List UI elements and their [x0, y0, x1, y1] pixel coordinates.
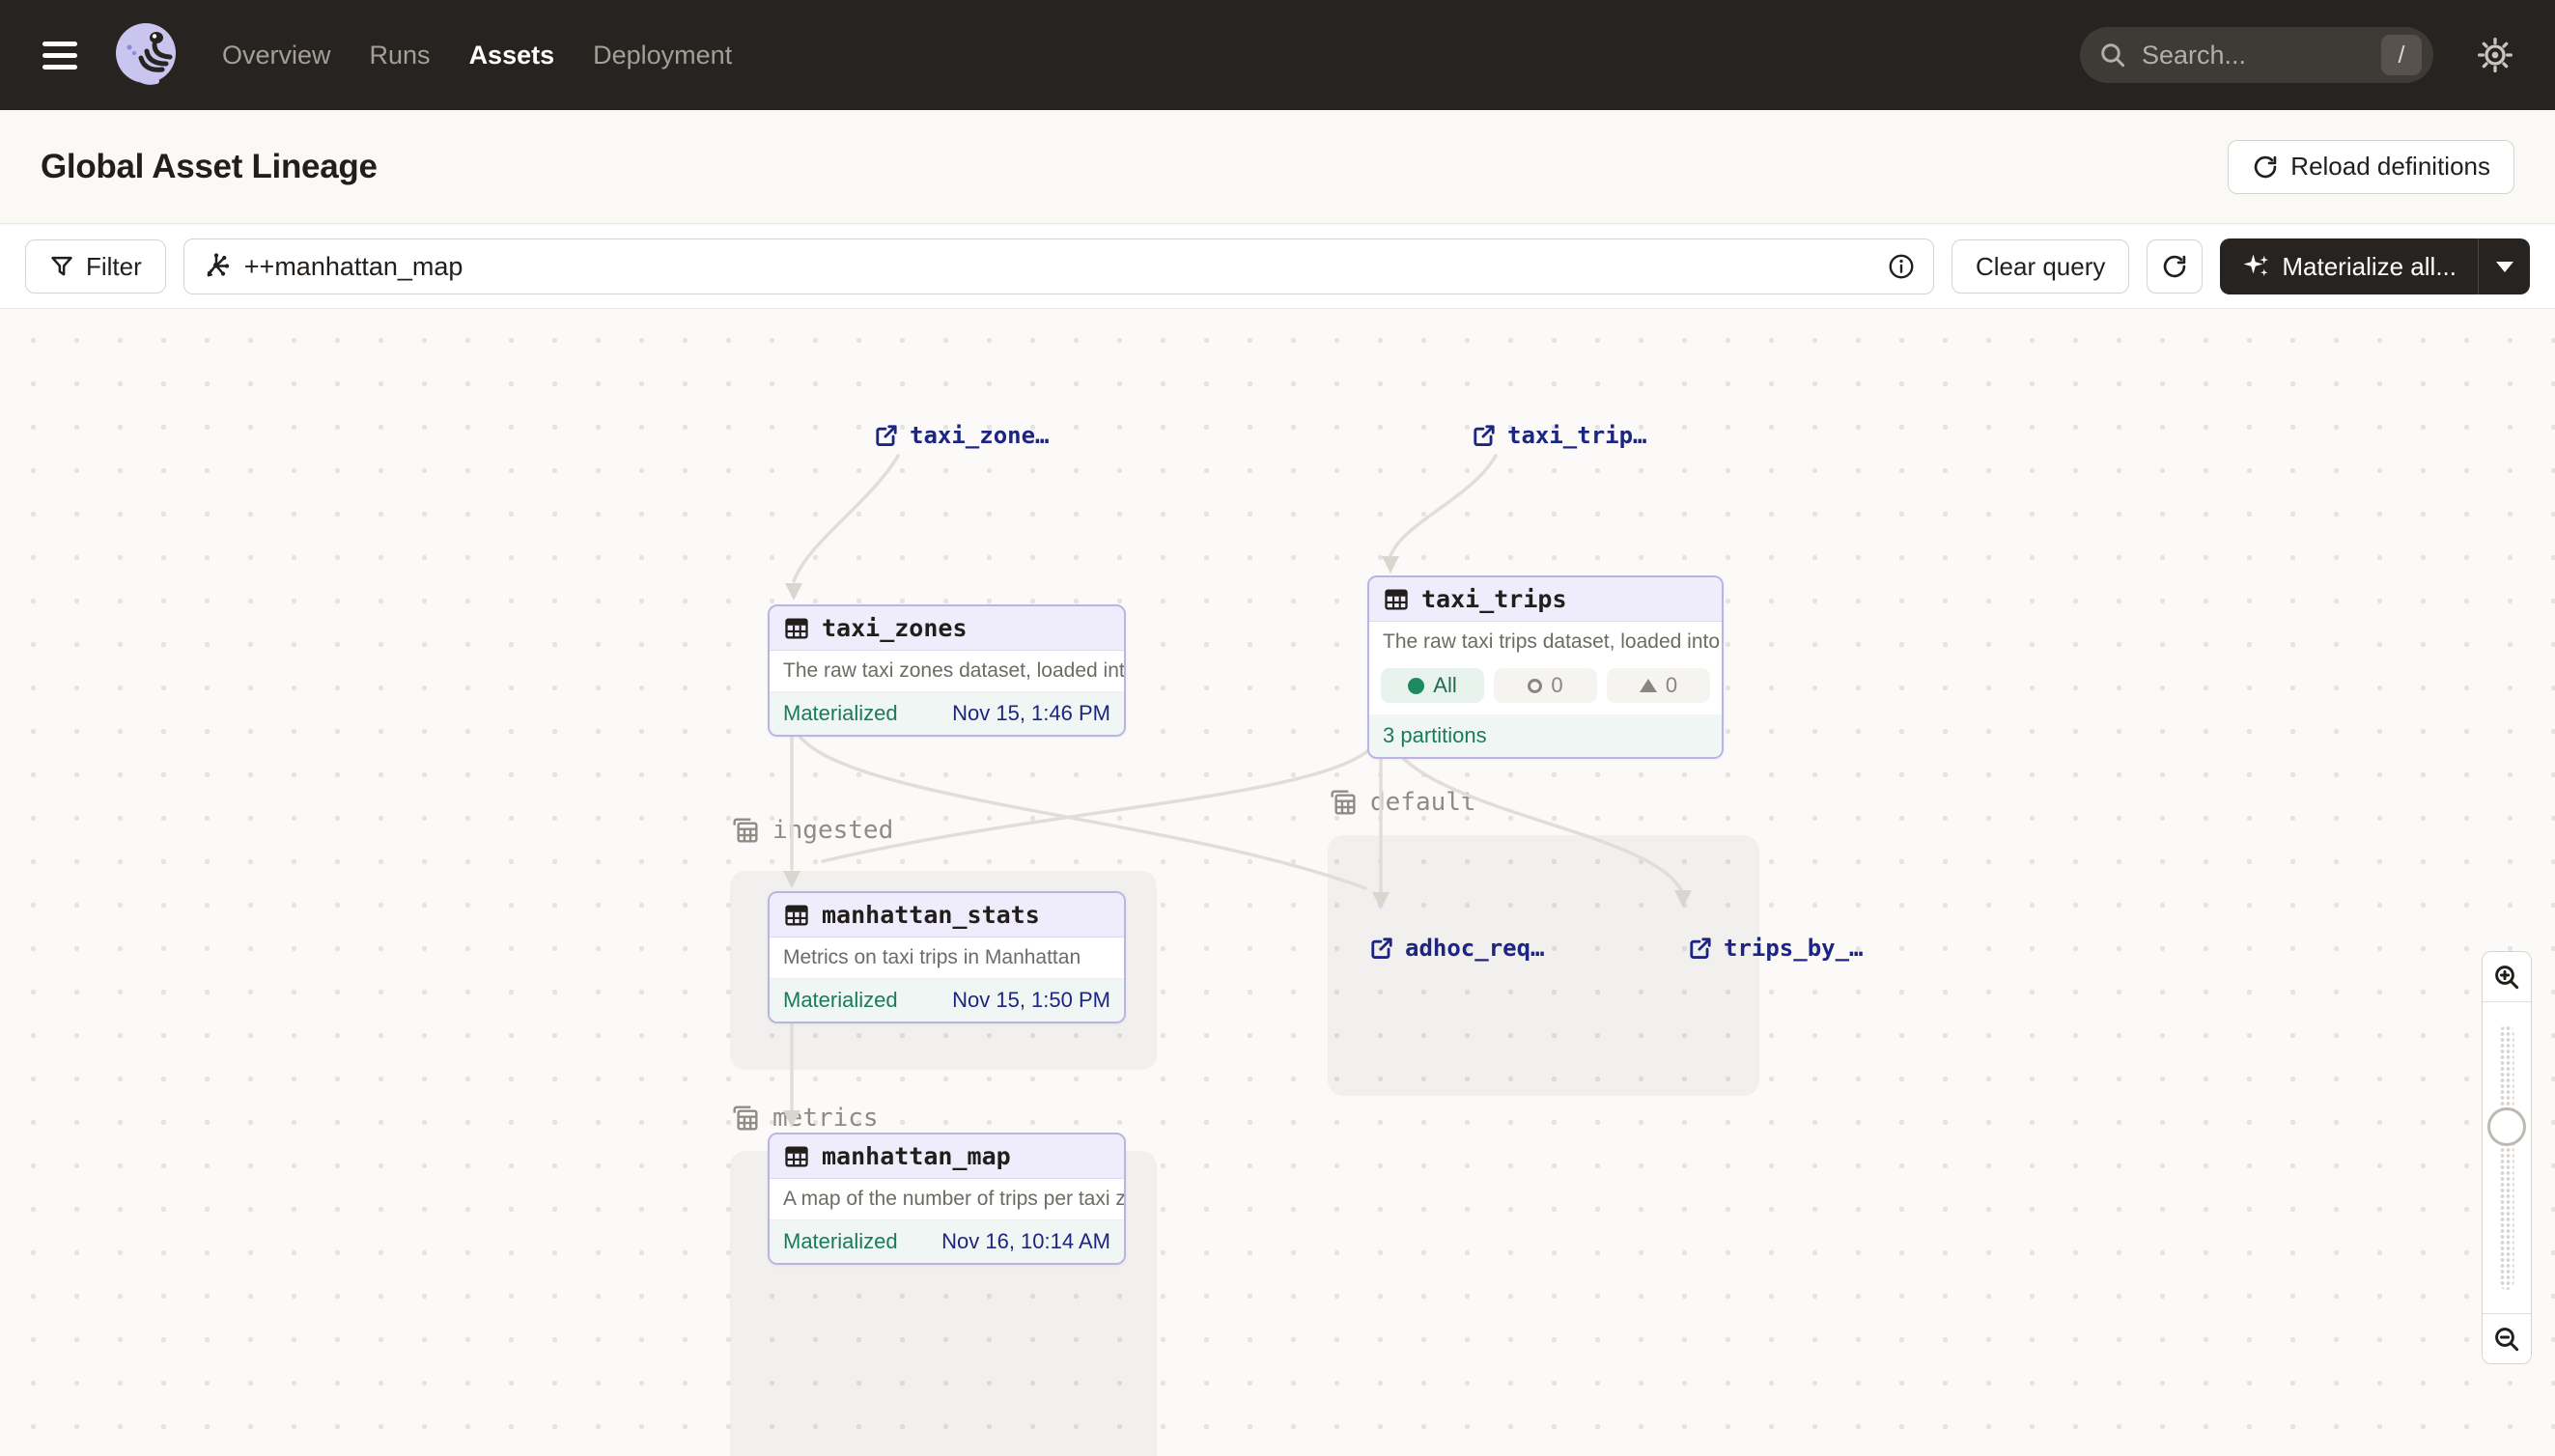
asset-node-manhattan-map[interactable]: manhattan_map A map of the number of tri…: [768, 1133, 1126, 1265]
external-asset-adhoc-request[interactable]: adhoc_req…: [1369, 935, 1545, 962]
materialize-all-button[interactable]: Materialize all...: [2220, 238, 2478, 294]
filter-label: Filter: [86, 252, 142, 282]
lineage-edges: [0, 309, 2555, 1456]
partitions-missing-badge[interactable]: 0: [1494, 668, 1597, 703]
asset-description: The raw taxi trips dataset, loaded into …: [1369, 622, 1722, 662]
filter-funnel-icon: [49, 254, 74, 279]
nav-item-overview[interactable]: Overview: [222, 41, 331, 70]
top-nav: Overview Runs Assets Deployment Search..…: [0, 0, 2555, 110]
status-badge: Materialized: [783, 701, 898, 726]
sparkle-icon: [2241, 252, 2270, 281]
clear-query-label: Clear query: [1976, 252, 2105, 282]
asset-name: taxi_trips: [1421, 585, 1567, 613]
page-header: Global Asset Lineage Reload definitions: [0, 110, 2555, 224]
asset-description: A map of the number of trips per taxi z.…: [770, 1179, 1124, 1220]
filter-button[interactable]: Filter: [25, 239, 166, 294]
zoom-slider[interactable]: [2483, 1002, 2531, 1313]
lineage-canvas[interactable]: ingested default metrics: [0, 309, 2555, 1456]
materialize-split-button: Materialize all...: [2220, 238, 2530, 294]
zoom-out-button[interactable]: [2483, 1313, 2531, 1363]
nav-item-runs[interactable]: Runs: [370, 41, 431, 70]
nav-item-assets[interactable]: Assets: [469, 41, 555, 70]
zoom-slider-track: [2500, 1025, 2514, 1290]
asset-query-value: ++manhattan_map: [244, 252, 1873, 282]
external-asset-label: taxi_trip…: [1507, 422, 1647, 449]
badge-label: All: [1433, 673, 1456, 698]
reload-definitions-label: Reload definitions: [2290, 152, 2490, 182]
settings-gear-icon[interactable]: [2468, 28, 2522, 82]
nav-item-deployment[interactable]: Deployment: [593, 41, 732, 70]
query-info-icon[interactable]: [1887, 252, 1916, 281]
filled-circle-icon: [1408, 678, 1424, 694]
asset-description: Metrics on taxi trips in Manhattan: [770, 938, 1124, 979]
app-root: Overview Runs Assets Deployment Search..…: [0, 0, 2555, 1456]
asset-query-input[interactable]: ++manhattan_map: [183, 238, 1934, 294]
table-icon: [1383, 586, 1410, 613]
external-asset-label: taxi_zone…: [910, 422, 1050, 449]
chevron-down-icon: [2496, 262, 2513, 272]
hamburger-menu-button[interactable]: [33, 28, 87, 82]
lineage-toolbar: Filter ++manhattan_map: [0, 225, 2555, 309]
asset-node-taxi-zones[interactable]: taxi_zones The raw taxi zones dataset, l…: [768, 604, 1126, 737]
group-box-default: [1328, 835, 1759, 1096]
badge-label: 0: [1551, 673, 1562, 698]
asset-name: taxi_zones: [822, 614, 968, 642]
group-name: metrics: [772, 1104, 879, 1133]
page-title: Global Asset Lineage: [41, 148, 378, 186]
search-shortcut-badge: /: [2381, 35, 2422, 75]
materialization-timestamp: Nov 15, 1:46 PM: [952, 701, 1110, 726]
asset-description: The raw taxi zones dataset, loaded int..…: [770, 651, 1124, 692]
external-asset-taxi-trip-file[interactable]: taxi_trip…: [1472, 422, 1647, 449]
lineage-graph-icon: [202, 252, 231, 281]
external-asset-label: trips_by_…: [1724, 935, 1864, 962]
external-asset-taxi-zone-file[interactable]: taxi_zone…: [874, 422, 1050, 449]
reload-definitions-button[interactable]: Reload definitions: [2228, 140, 2514, 194]
external-asset-label: adhoc_req…: [1405, 935, 1545, 962]
asset-node-taxi-trips[interactable]: taxi_trips The raw taxi trips dataset, l…: [1367, 575, 1724, 759]
materialize-all-label: Materialize all...: [2282, 252, 2457, 282]
status-badge: Materialized: [783, 988, 898, 1013]
group-label-metrics[interactable]: metrics: [730, 1103, 879, 1134]
zoom-slider-handle[interactable]: [2487, 1107, 2526, 1146]
clear-query-button[interactable]: Clear query: [1951, 239, 2129, 294]
dagster-logo-icon[interactable]: [112, 21, 180, 89]
group-label-default[interactable]: default: [1328, 787, 1476, 818]
nav-links: Overview Runs Assets Deployment: [222, 41, 732, 70]
badge-label: 0: [1666, 673, 1677, 698]
materialization-timestamp: Nov 15, 1:50 PM: [952, 988, 1110, 1013]
materialization-timestamp: Nov 16, 10:14 AM: [941, 1229, 1110, 1254]
search-icon: [2097, 40, 2128, 70]
group-name: ingested: [772, 816, 893, 845]
ring-icon: [1528, 679, 1542, 693]
partitions-failed-badge[interactable]: 0: [1607, 668, 1710, 703]
external-asset-trips-by[interactable]: trips_by_…: [1688, 935, 1864, 962]
group-label-ingested[interactable]: ingested: [730, 815, 893, 846]
partitions-materialized-badge[interactable]: All: [1381, 668, 1484, 703]
refresh-icon: [2252, 154, 2279, 181]
status-badge: Materialized: [783, 1229, 898, 1254]
materialize-dropdown-caret[interactable]: [2478, 238, 2530, 294]
search-placeholder: Search...: [2142, 41, 2368, 70]
asset-name: manhattan_map: [822, 1142, 1011, 1170]
zoom-controls: [2482, 951, 2532, 1364]
table-icon: [783, 615, 810, 642]
asset-node-manhattan-stats[interactable]: manhattan_stats Metrics on taxi trips in…: [768, 891, 1126, 1023]
triangle-icon: [1640, 679, 1657, 692]
search-input[interactable]: Search... /: [2080, 27, 2433, 83]
table-icon: [783, 902, 810, 929]
table-icon: [783, 1143, 810, 1170]
refresh-graph-button[interactable]: [2147, 239, 2203, 294]
partition-badges: All 0 0: [1369, 662, 1722, 714]
group-name: default: [1370, 788, 1476, 817]
zoom-in-button[interactable]: [2483, 952, 2531, 1002]
partitions-count-label: 3 partitions: [1383, 723, 1487, 748]
asset-name: manhattan_stats: [822, 901, 1040, 929]
